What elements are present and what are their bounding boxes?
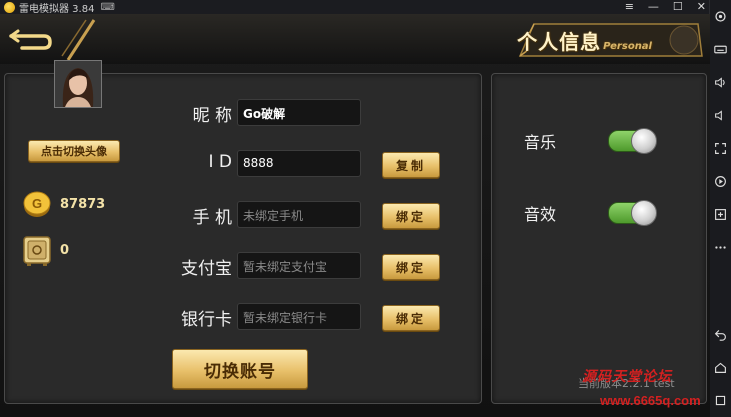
gamepad-icon[interactable]: ⌨ (100, 2, 114, 13)
avatar-portrait-icon (55, 61, 101, 107)
phone-label: 手 机 (192, 208, 232, 228)
nickname-label: 昵 称 (192, 106, 232, 126)
minimize-button[interactable]: — (648, 0, 659, 13)
emulator-logo-icon (4, 1, 15, 13)
fullscreen-icon[interactable] (710, 132, 731, 165)
switch-account-button[interactable]: 切换账号 (172, 349, 308, 389)
music-label: 音乐 (524, 133, 557, 152)
watermark-url: www.6665q.com (600, 393, 701, 408)
settings-icon[interactable] (710, 0, 731, 33)
bind-phone-button[interactable]: 绑定 (382, 203, 440, 229)
id-field: 8888 (237, 150, 361, 177)
page-title-main: 个人信息 (517, 30, 602, 54)
sfx-toggle[interactable] (608, 200, 657, 226)
sfx-label: 音效 (524, 205, 557, 224)
page-header: 个人信息 Personal (0, 14, 710, 64)
window-controls: ≡ — ☐ ✕ (625, 0, 706, 13)
bank-card-label: 银行卡 (181, 310, 232, 330)
header-ornament (61, 19, 96, 61)
gold-coin-icon: G (23, 191, 51, 217)
record-icon[interactable] (710, 165, 731, 198)
back-button[interactable] (8, 28, 54, 50)
gold-amount: 87873 (60, 197, 106, 212)
sfx-toggle-knob (631, 200, 657, 226)
keyboard-icon[interactable] (710, 33, 731, 66)
bind-alipay-button[interactable]: 绑定 (382, 254, 440, 280)
page-title-sub: Personal (603, 41, 652, 52)
emulator-titlebar: 雷电模拟器 3.84 ⌨ ≡ — ☐ ✕ (0, 0, 710, 15)
emulator-sidebar (709, 0, 731, 417)
svg-text:G: G (32, 196, 42, 211)
safe-amount: 0 (60, 243, 70, 258)
bind-bank-card-button[interactable]: 绑定 (382, 305, 440, 331)
close-button[interactable]: ✕ (697, 0, 706, 13)
music-toggle-knob (631, 128, 657, 154)
game-screen: 个人信息 Personal 点击切换头像 G 87873 0 昵 称 Go破解 I… (0, 14, 710, 417)
copy-id-button[interactable]: 复制 (382, 152, 440, 178)
recent-apps-icon[interactable] (710, 384, 731, 417)
music-toggle[interactable] (608, 128, 657, 154)
alipay-field[interactable]: 暂未绑定支付宝 (237, 252, 361, 279)
home-icon[interactable] (710, 351, 731, 384)
settings-panel (491, 73, 707, 404)
menu-button[interactable]: ≡ (625, 0, 634, 13)
nickname-field: Go破解 (237, 99, 361, 126)
volume-down-icon[interactable] (710, 99, 731, 132)
avatar[interactable] (54, 60, 102, 108)
bank-card-field[interactable]: 暂未绑定银行卡 (237, 303, 361, 330)
volume-up-icon[interactable] (710, 66, 731, 99)
more-icon[interactable] (710, 231, 731, 264)
back-icon[interactable] (710, 318, 731, 351)
maximize-button[interactable]: ☐ (673, 0, 683, 13)
id-label: I D (208, 152, 232, 172)
phone-field[interactable]: 未绑定手机 (237, 201, 361, 228)
watermark-text: 源码天堂论坛 (582, 369, 672, 385)
page-title: 个人信息 Personal (517, 26, 652, 55)
alipay-label: 支付宝 (181, 259, 232, 279)
safe-box-icon (23, 236, 51, 266)
change-avatar-button[interactable]: 点击切换头像 (28, 140, 120, 162)
back-arrow-icon (9, 29, 52, 50)
add-app-icon[interactable] (710, 198, 731, 231)
emulator-title: 雷电模拟器 3.84 (19, 3, 95, 15)
